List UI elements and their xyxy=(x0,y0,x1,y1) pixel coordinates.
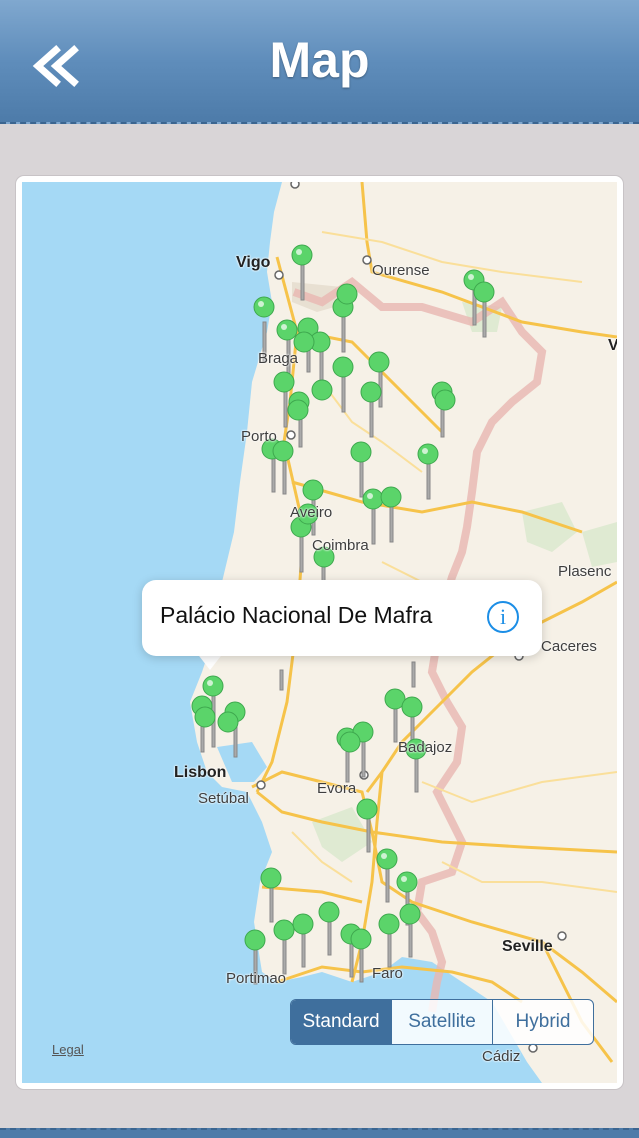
map-type-standard[interactable]: Standard xyxy=(291,1000,391,1044)
city-label: Seville xyxy=(502,938,553,955)
city-label: Aveiro xyxy=(290,504,333,521)
info-icon[interactable]: i xyxy=(487,601,519,633)
city-label: Badajoz xyxy=(398,739,453,756)
bottom-toolbar xyxy=(0,1128,639,1138)
navigation-bar: Map xyxy=(0,0,639,124)
city-label: Coimbra xyxy=(312,537,369,554)
pin-callout[interactable]: Palácio Nacional De Mafra i xyxy=(142,580,542,656)
city-label: Faro xyxy=(372,965,403,982)
legal-link[interactable]: Legal xyxy=(52,1042,84,1057)
callout-title: Palácio Nacional De Mafra xyxy=(160,602,433,628)
city-label: Caceres xyxy=(541,638,597,655)
city-label: Setúbal xyxy=(198,790,249,807)
map-type-control: Standard Satellite Hybrid xyxy=(290,999,594,1045)
city-label: Braga xyxy=(258,350,299,367)
map-type-satellite[interactable]: Satellite xyxy=(391,1000,492,1044)
city-label: Ourense xyxy=(372,262,430,279)
city-label: Portimao xyxy=(226,970,287,987)
page-title: Map xyxy=(269,32,370,88)
city-label: Lisbon xyxy=(174,764,227,781)
city-label: Vigo xyxy=(236,254,271,271)
city-label: Plasenc xyxy=(558,563,612,580)
city-label: Cádiz xyxy=(482,1048,521,1065)
city-label: V xyxy=(608,337,617,354)
city-label: Evora xyxy=(317,780,357,797)
map-type-hybrid[interactable]: Hybrid xyxy=(492,1000,593,1044)
city-label: Porto xyxy=(241,428,277,445)
